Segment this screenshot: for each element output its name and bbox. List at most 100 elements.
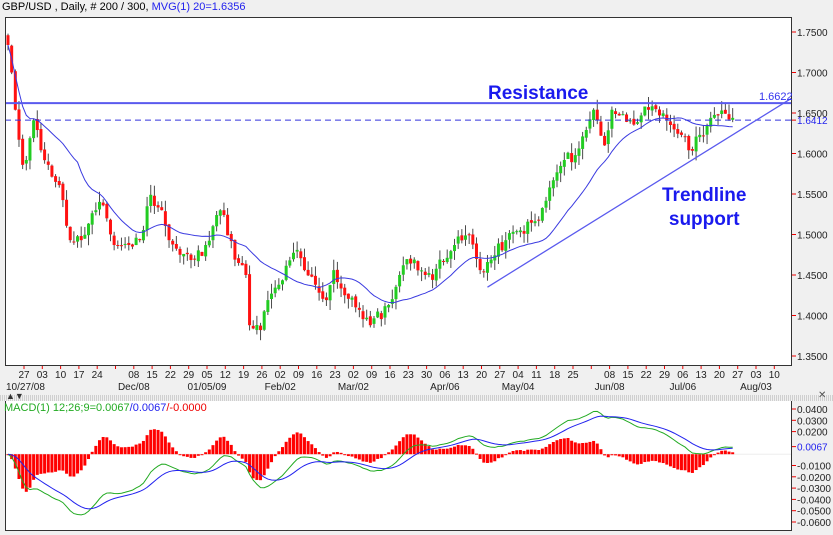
macd-histogram-bar (284, 441, 288, 455)
macd-current-label: 0.0067 (797, 443, 828, 454)
macd-histogram-bar (354, 454, 358, 459)
candle-down (310, 274, 314, 277)
candle-up (551, 180, 555, 189)
candle-down (354, 296, 358, 308)
candle-down (442, 260, 446, 262)
candle-up (24, 159, 28, 164)
x-tick-label: 08 (604, 370, 616, 381)
x-month-label: Apr/06 (430, 382, 460, 393)
macd-histogram-bar (379, 454, 383, 459)
macd-histogram-bar (709, 454, 713, 458)
candle-up (281, 280, 284, 285)
x-tick-label: 20 (476, 370, 488, 381)
x-tick-label: 26 (256, 370, 268, 381)
candle-down (163, 211, 167, 226)
candle-up (270, 293, 274, 299)
candle-down (423, 271, 427, 275)
collapse-expand-icon[interactable]: ▲▼ (6, 391, 24, 401)
macd-histogram-bar (588, 441, 592, 455)
candle-up (559, 165, 563, 174)
candle-down (690, 149, 694, 151)
candle-up (204, 245, 208, 257)
candle-up (288, 260, 292, 266)
macd-histogram-bar (453, 446, 457, 455)
candle-up (215, 215, 219, 227)
macd-histogram-bar (116, 446, 120, 455)
close-pane-icon[interactable]: ✕ (818, 390, 826, 401)
candle-up (262, 311, 266, 330)
candle-up (383, 306, 387, 318)
candle-down (79, 236, 83, 241)
candle-down (647, 107, 650, 110)
macd-histogram-bar (321, 454, 325, 456)
candle-up (588, 119, 592, 129)
macd-histogram-bar (573, 442, 577, 455)
candle-down (156, 205, 160, 208)
macd-histogram-bar (716, 452, 720, 455)
x-tick-label: 27 (494, 370, 506, 381)
candle-down (43, 149, 47, 161)
macd-histogram-bar (723, 450, 727, 455)
macd-histogram-bar (266, 454, 270, 469)
candle-down (237, 258, 241, 263)
macd-histogram-bar (555, 440, 559, 455)
macd-histogram-bar (544, 446, 548, 455)
macd-histogram-bar (599, 449, 603, 455)
y-tick-label: 1.7500 (797, 28, 828, 39)
x-tick-label: 03 (37, 370, 49, 381)
macd-histogram-bar (237, 454, 241, 456)
macd-histogram-bar (281, 447, 284, 455)
candle-down (240, 262, 244, 266)
candle-down (716, 114, 720, 116)
macd-histogram-bar (299, 433, 303, 455)
macd-histogram-bar (101, 436, 105, 455)
macd-histogram-bar (357, 454, 361, 460)
macd-histogram-bar (496, 454, 500, 459)
candle-down (683, 136, 687, 138)
x-tick-label: 29 (659, 370, 671, 381)
candle-up (464, 235, 467, 240)
macd-histogram-bar (679, 454, 683, 471)
macd-histogram-bar (215, 440, 219, 455)
macd-histogram-bar (141, 440, 145, 455)
x-tick-label: 27 (732, 370, 744, 381)
candle-down (189, 254, 193, 261)
candle-up (661, 113, 665, 117)
macd-histogram-bar (94, 445, 98, 455)
candle-down (343, 287, 347, 296)
candle-down (127, 242, 131, 246)
candle-down (17, 109, 21, 140)
candle-down (138, 239, 142, 241)
macd-histogram-bar (189, 454, 193, 458)
pane-splitter[interactable] (0, 395, 833, 401)
macd-histogram-bar (156, 429, 160, 455)
macd-histogram-bar (687, 454, 691, 473)
candle-up (698, 134, 702, 138)
candle-up (493, 255, 497, 261)
candle-down (409, 258, 413, 264)
macd-histogram-bar (625, 454, 629, 460)
macd-histogram-bar (72, 454, 76, 477)
macd-histogram-bar (313, 448, 317, 455)
candle-up (134, 237, 138, 246)
trendline-annotation-line2: support (668, 209, 740, 230)
macd-histogram-bar (537, 450, 541, 455)
candle-down (57, 181, 61, 186)
macd-histogram-bar (226, 440, 230, 455)
candle-down (379, 313, 383, 320)
macd-histogram-bar (493, 454, 497, 462)
x-tick-label: 15 (622, 370, 634, 381)
macd-histogram-bar (61, 454, 65, 471)
macd-histogram-bar (138, 443, 142, 455)
macd-histogram-bar (485, 454, 489, 463)
macd-histogram-bar (259, 454, 263, 481)
candle-up (489, 259, 493, 264)
macd-histogram-bar (581, 442, 585, 455)
x-month-label: Feb/02 (265, 382, 297, 393)
macd-histogram-bar (310, 444, 314, 455)
x-tick-label: 13 (458, 370, 470, 381)
candle-up (694, 136, 698, 152)
macd-histogram-bar (196, 454, 200, 456)
macd-histogram-bar (233, 451, 237, 455)
x-tick-label: 02 (275, 370, 287, 381)
